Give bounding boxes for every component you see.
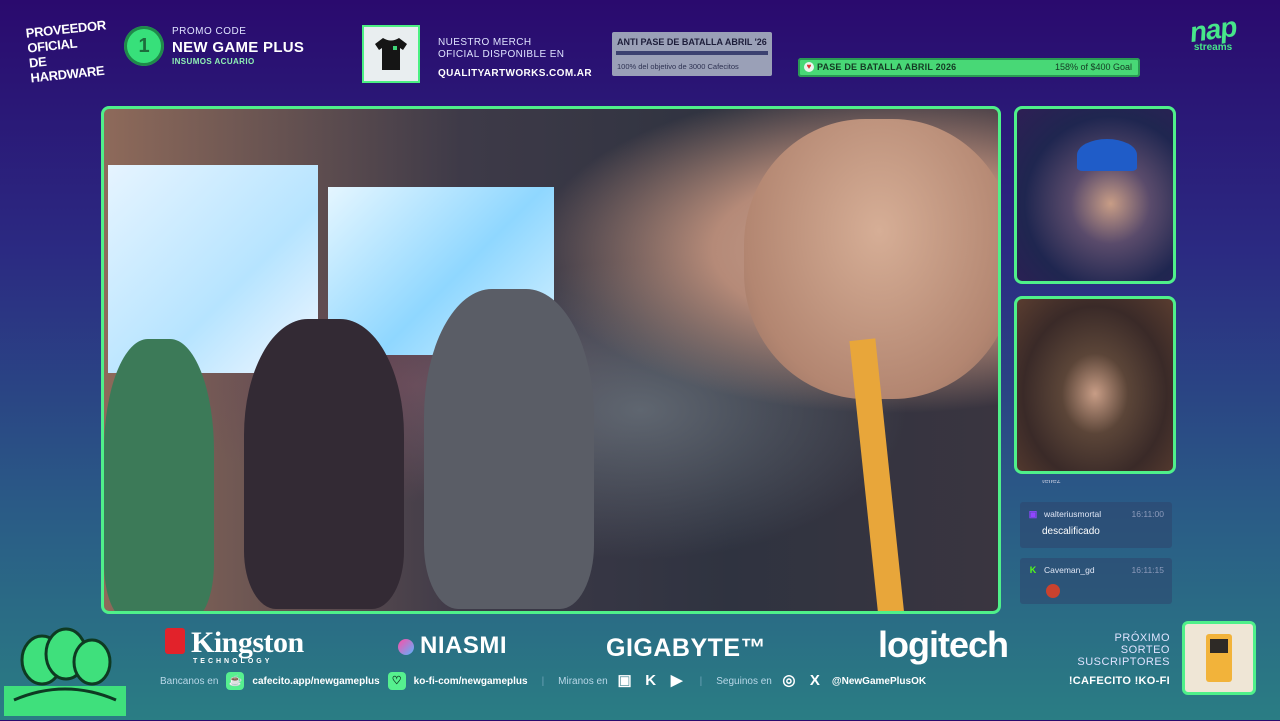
webcam-host-2 [1014, 296, 1176, 474]
instagram-icon[interactable]: ◎ [780, 672, 798, 690]
kofi-link[interactable]: ko-fi-com/newgameplus [414, 676, 528, 687]
promo-code: NEW GAME PLUS [172, 39, 305, 56]
chat-text: descalificado [1042, 526, 1100, 537]
kingston-text: Kingston [191, 626, 304, 659]
chat-username: walteriusmortal [1044, 509, 1102, 519]
niasmi-logo-icon [398, 638, 414, 655]
heart-icon: ♥ [804, 62, 814, 72]
sponsor-gigabyte: GIGABYTE™ [606, 634, 767, 662]
divider: | [541, 675, 545, 687]
sponsor-niasmi: NIASMI [398, 632, 507, 660]
divider: | [699, 675, 703, 687]
hardware-provider-label: PROVEEDOR OFICIAL DE HARDWARE [25, 17, 107, 86]
sorteo-commands: !CAFECITO !KO-FI [1068, 675, 1170, 687]
mascot-illustration [4, 620, 126, 716]
cafecito-icon: ☕ [226, 672, 245, 690]
chat-timestamp: 16:11:00 [1131, 509, 1164, 519]
anti-pass-title: ANTI PASE DE BATALLA ABRIL '26 [617, 37, 767, 47]
sorteo-line3: SUSCRIPTORES [1077, 656, 1170, 668]
next-giveaway-block: PRÓXIMO SORTEO SUSCRIPTORES !CAFECITO !K… [1060, 632, 1170, 687]
chat-message: K Caveman_gd 16:11:15 [1020, 558, 1172, 604]
tshirt-icon [375, 38, 407, 70]
main-camera-feed [101, 106, 1001, 614]
merch-block: NUESTRO MERCH OFICIAL DISPONIBLE EN QUAL… [438, 37, 592, 80]
social-handle[interactable]: @NewGamePlusOK [832, 676, 926, 687]
kick-icon: K [1029, 565, 1037, 575]
twitch-icon[interactable]: ▣ [616, 672, 634, 690]
goal-value: 158% of $400 Goal [1054, 62, 1132, 72]
anti-battle-pass-widget: ANTI PASE DE BATALLA ABRIL '26 100% del … [612, 32, 772, 76]
attendee [424, 289, 594, 609]
anti-pass-progress-fill [616, 51, 768, 55]
mascot-icon [4, 627, 126, 716]
chat-message: ▣ walteriusmortal 16:11:00 descalificado [1020, 502, 1172, 548]
kofi-icon: ♡ [387, 672, 406, 690]
kingston-sub: TECHNOLOGY [193, 658, 273, 665]
handheld-console-icon [1206, 634, 1232, 682]
chat-previous-fragment: tellez [1042, 480, 1061, 485]
cap [1077, 139, 1137, 171]
miranos-label: Miranos en [558, 675, 608, 687]
goal-label: PASE DE BATALLA ABRIL 2026 [817, 62, 957, 72]
kingston-logo-icon [165, 628, 185, 654]
promo-logo-icon: 1 [124, 26, 164, 66]
giveaway-prize-image [1182, 621, 1256, 695]
sponsor-kingston: Kingston TECHNOLOGY [165, 626, 304, 665]
anti-pass-progress-bar [616, 51, 768, 55]
chat-username: Caveman_gd [1044, 565, 1095, 575]
emote-icon [1046, 584, 1060, 598]
footer-links-bar: Bancanos en ☕ cafecito.app/newgameplus ♡… [160, 672, 1020, 690]
sorteo-line2: SORTEO [1120, 644, 1170, 656]
cafecito-link[interactable]: cafecito.app/newgameplus [252, 676, 379, 687]
x-icon[interactable]: X [806, 672, 824, 690]
bancanos-label: Bancanos en [160, 675, 219, 687]
promo-sponsor: INSUMOS ACUARIO [172, 57, 255, 66]
sponsor-logitech: logitech [878, 624, 1009, 665]
promo-label: PROMO CODE [172, 26, 247, 37]
merch-url[interactable]: QUALITYARTWORKS.COM.AR [438, 68, 592, 80]
nap-streams-logo: nap streams [1176, 11, 1250, 53]
chat-timestamp: 16:11:15 [1131, 565, 1164, 575]
attendee [244, 319, 404, 609]
kick-icon[interactable]: K [642, 672, 660, 690]
seguinos-label: Seguinos en [716, 675, 772, 687]
attendee [104, 339, 214, 611]
merch-line1: NUESTRO MERCH [438, 37, 532, 48]
webcam-host-1 [1014, 106, 1176, 284]
youtube-icon[interactable]: ▶ [668, 672, 686, 690]
chat-panel: tellez ▣ walteriusmortal 16:11:00 descal… [1016, 480, 1176, 620]
sorteo-line1: PRÓXIMO [1114, 632, 1170, 644]
merch-shirt-image [362, 25, 420, 83]
niasmi-text: NIASMI [420, 632, 507, 659]
merch-line2: OFICIAL DISPONIBLE EN [438, 49, 565, 60]
anti-pass-status: 100% del objetivo de 3000 Cafecitos [617, 62, 739, 71]
promo-code-block: PROMO CODE NEW GAME PLUS INSUMOS ACUARIO [172, 26, 304, 66]
battle-pass-goal-bar: ♥ PASE DE BATALLA ABRIL 2026 158% of $40… [798, 58, 1140, 77]
twitch-icon: ▣ [1028, 509, 1038, 519]
